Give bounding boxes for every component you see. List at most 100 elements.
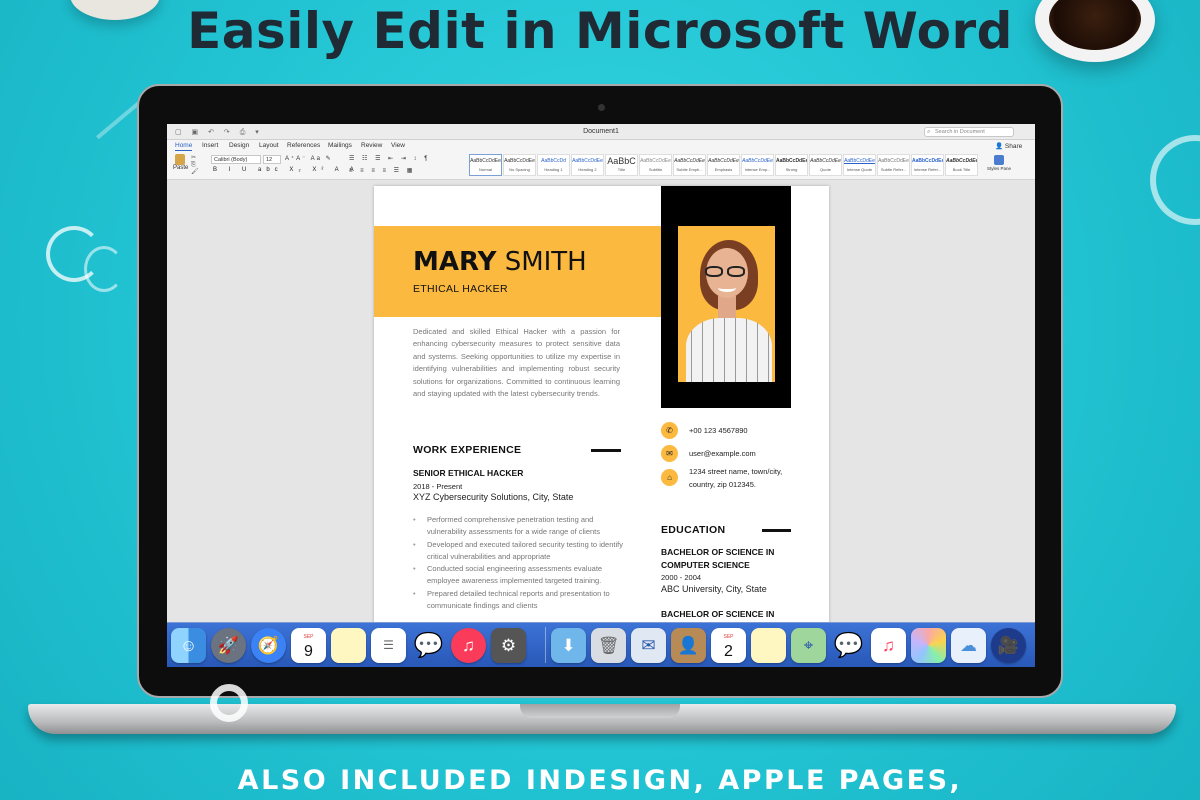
style-subtle-reference[interactable]: AaBbCcDdEe Subtle Refer... [877, 154, 910, 176]
style-heading-2[interactable]: AaBbCcDdEe Heading 2 [571, 154, 604, 176]
education-degree: BACHELOR OF SCIENCE IN [661, 609, 775, 619]
macos-dock: ☺ 🚀 🧭 SEP 9 ☰ 💬 ♫ ⚙ ⬇ 🗑 ✉ 👤 SEP 2 ⌖ 💬 ♫ ☁ … [167, 622, 1035, 667]
style-sample: AaBbCcDdEe [708, 158, 739, 164]
footer-banner-text: ALSO INCLUDED INDESIGN, APPLE PAGES, [237, 765, 963, 796]
photos-icon[interactable] [911, 628, 946, 663]
tab-design[interactable]: Design [229, 142, 249, 149]
safari-icon[interactable]: 🧭 [251, 628, 286, 663]
font-name-select[interactable]: Calibri (Body) [211, 155, 261, 164]
trash-icon[interactable]: 🗑 [591, 628, 626, 663]
tab-layout[interactable]: Layout [259, 142, 279, 149]
style-name: Strong [785, 167, 798, 172]
style-sample: AaBbCcDd [541, 158, 566, 164]
format-buttons[interactable]: B I U abc X₂ X² A A [213, 167, 359, 173]
headline: Easily Edit in Microsoft Word [187, 2, 1013, 60]
last-name: SMITH [504, 247, 587, 277]
profile-photo [678, 226, 775, 382]
notes-icon[interactable] [331, 628, 366, 663]
tab-mailings[interactable]: Mailings [328, 142, 352, 149]
style-subtle-emphasis[interactable]: AaBbCcDdEe Subtle Emph... [673, 154, 706, 176]
downloads-folder-icon[interactable]: ⬇ [551, 628, 586, 663]
style-normal[interactable]: AaBbCcDdEe Normal [469, 154, 502, 176]
document-title: Document1 [583, 128, 619, 135]
style-intense-emphasis[interactable]: AaBbCcDdEe Intense Emp... [741, 154, 774, 176]
style-name: Subtitle [648, 167, 663, 172]
style-quote[interactable]: AaBbCcDdEe Quote [809, 154, 842, 176]
style-book-title[interactable]: AaBbCcDdEe Book Title [945, 154, 978, 176]
style-title[interactable]: AaBbC Title [605, 154, 638, 176]
finder-icon[interactable]: ☺ [171, 628, 206, 663]
education-heading: EDUCATION [661, 524, 726, 536]
style-name: No Spacing [509, 167, 530, 172]
messages-icon[interactable]: 💬 [831, 628, 866, 663]
job-dates: 2018 - Present [413, 482, 463, 491]
photo-booth-icon[interactable]: 🎥 [991, 628, 1026, 663]
style-name: Quote [820, 167, 831, 172]
maps-icon[interactable]: ⌖ [791, 628, 826, 663]
style-sample: AaBbC [607, 156, 636, 166]
style-intense-quote[interactable]: AaBbCcDdEe Intense Quote [843, 154, 876, 176]
tab-review[interactable]: Review [361, 142, 382, 149]
list-item: Conducted social engineering assessments… [413, 563, 623, 588]
calendar-icon[interactable]: SEP 9 [291, 628, 326, 663]
style-sample: AaBbCcDdEe [742, 158, 773, 164]
search-icon: ⌕ [927, 129, 931, 135]
list-item: Performed comprehensive penetration test… [413, 514, 623, 539]
align-buttons[interactable]: ≡ ≡ ≡ ≡ ☰ ▦ [349, 167, 415, 174]
calendar-day: 9 [304, 643, 313, 660]
itunes-icon[interactable]: ♫ [451, 628, 486, 663]
font-size-select[interactable]: 12 [263, 155, 281, 164]
style-heading-1[interactable]: AaBbCcDd Heading 1 [537, 154, 570, 176]
search-input[interactable]: ⌕ Search in Document [924, 127, 1014, 137]
list-item: Prepared detailed technical reports and … [413, 588, 623, 613]
webcam [598, 104, 605, 111]
style-strong[interactable]: AaBbCcDdEe Strong [775, 154, 808, 176]
job-role: ETHICAL HACKER [413, 283, 508, 295]
document-page[interactable]: MARY SMITH ETHICAL HACKER Dedicated and … [374, 186, 829, 656]
share-label: Share [1004, 143, 1023, 150]
calendar-icon[interactable]: SEP 2 [711, 628, 746, 663]
system-preferences-icon[interactable]: ⚙ [491, 628, 526, 663]
styles-pane-button[interactable]: Styles Pane [987, 155, 1011, 171]
photo-glasses [705, 264, 749, 277]
share-button[interactable]: 👤 Share [995, 142, 1022, 150]
icloud-icon[interactable]: ☁ [951, 628, 986, 663]
reminders-icon[interactable]: ☰ [371, 628, 406, 663]
notes-icon[interactable] [751, 628, 786, 663]
style-intense-reference[interactable]: AaBbCcDdEe Intense Refer... [911, 154, 944, 176]
contacts-icon[interactable]: 👤 [671, 628, 706, 663]
decorative-ring [1150, 135, 1200, 225]
tab-references[interactable]: References [287, 142, 320, 149]
mail-icon[interactable]: ✉ [631, 628, 666, 663]
section-rule [591, 449, 621, 452]
search-placeholder: Search in Document [935, 129, 985, 135]
tab-insert[interactable]: Insert [202, 142, 218, 149]
paste-label: Paste [173, 165, 189, 171]
tab-home[interactable]: Home [175, 142, 193, 151]
style-subtitle[interactable]: AaBbCcDdEe Subtitle [639, 154, 672, 176]
style-name: Book Title [952, 167, 971, 172]
style-sample: AaBbCcDdEe [912, 158, 943, 164]
messages-icon[interactable]: 💬 [411, 628, 446, 663]
style-sample: AaBbCcDdEe [844, 158, 875, 164]
style-sample: AaBbCcDdEe [504, 158, 535, 164]
laptop-screen: ▢ ▣ ↶ ↷ ⎙ ▾ Document1 ⌕ Search in Docume… [167, 124, 1035, 667]
job-title: SENIOR ETHICAL HACKER [413, 468, 524, 478]
paste-button[interactable]: Paste [173, 154, 189, 176]
cut-copy-format-icons[interactable]: ✂ ⎘ 🖌 [191, 155, 199, 176]
style-sample: AaBbCcDdEe [572, 158, 603, 164]
style-name: Intense Refer... [913, 167, 942, 172]
photo-panel [661, 186, 791, 408]
font-size-grow-shrink-icons[interactable]: A⁺A⁻ Aa ✎ [285, 155, 333, 162]
dock-separator [545, 627, 546, 663]
style-emphasis[interactable]: AaBbCcDdEe Emphasis [707, 154, 740, 176]
music-icon[interactable]: ♫ [871, 628, 906, 663]
launchpad-icon[interactable]: 🚀 [211, 628, 246, 663]
styles-pane-icon [994, 155, 1004, 165]
work-experience-heading: WORK EXPERIENCE [413, 444, 522, 456]
style-no-spacing[interactable]: AaBbCcDdEe No Spacing [503, 154, 536, 176]
word-titlebar: ▢ ▣ ↶ ↷ ⎙ ▾ Document1 ⌕ Search in Docume… [167, 124, 1035, 140]
style-name: Subtle Emph... [676, 167, 703, 172]
list-buttons[interactable]: ☰ ☷ ☰ ⇤ ⇥ ↕ ¶ [349, 155, 430, 162]
tab-view[interactable]: View [391, 142, 405, 149]
